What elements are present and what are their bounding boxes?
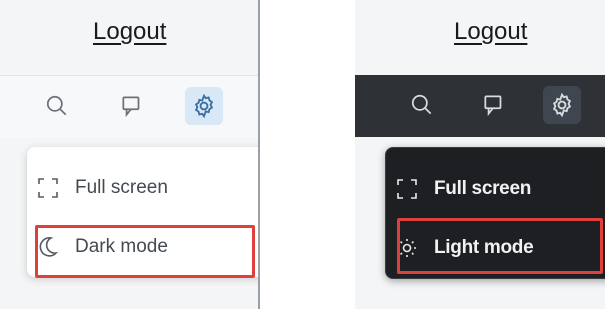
chat-icon[interactable] [113, 87, 151, 125]
search-icon[interactable] [38, 87, 76, 125]
sun-icon [394, 235, 420, 261]
fullscreen-label: Full screen [434, 178, 532, 199]
chat-icon[interactable] [475, 86, 513, 124]
dark-mode-label: Dark mode [75, 236, 168, 257]
settings-dropdown: Full screen Light mode [385, 147, 605, 279]
search-icon[interactable] [403, 86, 441, 124]
logout-link[interactable]: Logout [454, 18, 527, 46]
light-mode-label: Light mode [434, 237, 534, 258]
settings-dropdown: Full screen Dark mode [27, 147, 258, 277]
light-theme-panel: Logout Full screen Dark mode [0, 0, 258, 309]
toolbar [0, 75, 258, 138]
fullscreen-icon [35, 175, 61, 201]
panel-divider [258, 0, 260, 309]
logout-link[interactable]: Logout [93, 18, 166, 46]
logout-row: Logout [0, 0, 258, 75]
gear-icon[interactable] [543, 86, 581, 124]
dark-theme-panel: Logout Full screen Light mode [355, 0, 605, 309]
gear-icon[interactable] [185, 87, 223, 125]
fullscreen-icon [394, 176, 420, 202]
moon-icon [35, 234, 61, 260]
fullscreen-menu-item[interactable]: Full screen [386, 166, 605, 212]
toolbar [355, 75, 605, 137]
logout-row: Logout [355, 0, 605, 75]
light-mode-menu-item[interactable]: Light mode [386, 225, 605, 271]
fullscreen-label: Full screen [75, 177, 168, 198]
dark-mode-menu-item[interactable]: Dark mode [27, 224, 258, 270]
fullscreen-menu-item[interactable]: Full screen [27, 165, 258, 211]
